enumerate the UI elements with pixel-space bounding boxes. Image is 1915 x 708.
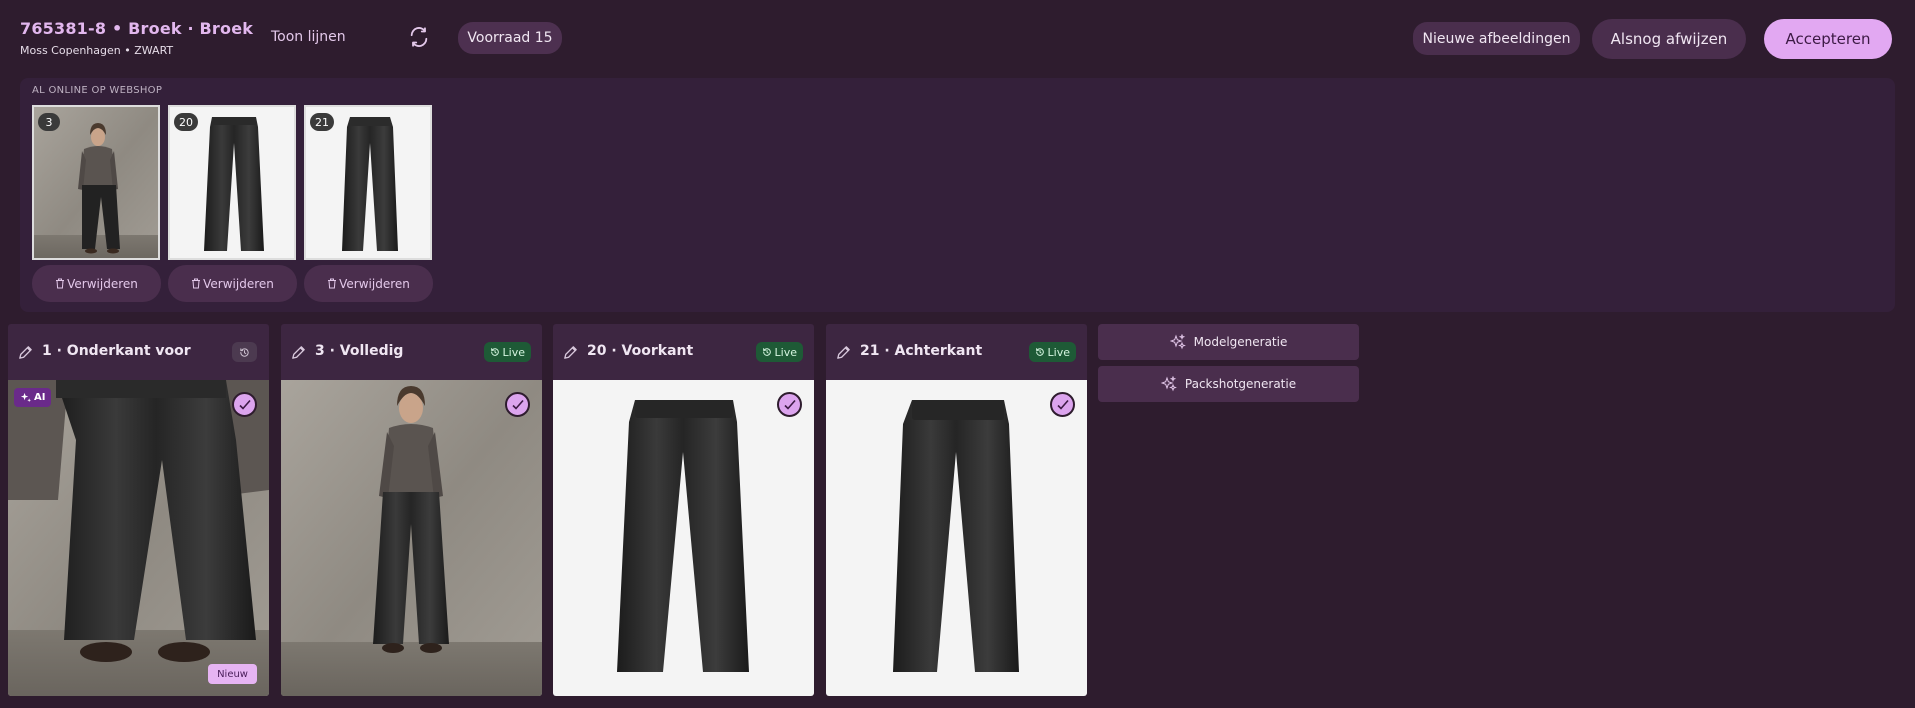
pencil-icon[interactable] [290,344,307,361]
card-image[interactable] [281,380,542,696]
card-image[interactable]: AI Nieuw [8,380,269,696]
packshot-generation-label: Packshotgeneratie [1184,377,1297,391]
online-thumb[interactable]: 21 [304,105,432,260]
online-thumb[interactable]: 3 [32,105,160,260]
card-header: 3 · Volledig Live [281,324,542,380]
image-card: 20 · Voorkant Live [553,324,814,696]
online-webshop-panel: AL ONLINE OP WEBSHOP 3 20 21 Verwijderen… [20,78,1895,312]
accept-button[interactable]: Accepteren [1764,19,1892,59]
product-title-block: 765381-8 • Broek · Broek Moss Copenhagen… [20,19,253,57]
image-card: 3 · Volledig Live [281,324,542,696]
check-icon [783,399,796,410]
select-checkbox[interactable] [232,392,257,417]
card-title: 21 · Achterkant [860,343,983,359]
new-badge: Nieuw [208,664,257,684]
header: 765381-8 • Broek · Broek Moss Copenhagen… [0,0,1915,76]
status-label: Live [502,345,525,359]
select-checkbox[interactable] [1050,392,1075,417]
status-label: Live [1047,345,1070,359]
product-subtitle: Moss Copenhagen • ZWART [20,44,174,57]
thumb-position-badge: 20 [174,113,198,131]
model-generation-button[interactable]: Modelgeneratie [1098,324,1359,360]
card-title: 20 · Voorkant [587,343,694,359]
history-icon [240,347,249,357]
history-status-badge [232,342,257,362]
trash-icon [192,278,201,289]
model-full-photo [281,380,542,696]
live-status-badge: Live [755,342,803,362]
thumb-position-badge: 21 [310,113,334,131]
thumb-position-badge: 3 [38,113,60,131]
sparkle-icon [1169,334,1186,350]
select-checkbox[interactable] [777,392,802,417]
packshot-back-photo [826,380,1087,696]
live-status-badge: Live [483,342,531,362]
product-title: 765381-8 • Broek · Broek [20,19,254,38]
delete-button[interactable]: Verwijderen [304,265,433,302]
status-label: Live [774,345,797,359]
card-header: 20 · Voorkant Live [553,324,814,380]
trash-icon [328,278,337,289]
check-icon [1056,399,1069,410]
model-closeup-photo [8,380,269,696]
ai-badge-label: AI [34,392,46,403]
online-section-label: AL ONLINE OP WEBSHOP [32,85,163,96]
delete-button-label: Verwijderen [67,276,138,291]
packshot-generation-button[interactable]: Packshotgeneratie [1098,366,1359,402]
model-generation-label: Modelgeneratie [1193,335,1288,349]
card-image[interactable] [553,380,814,696]
reject-button[interactable]: Alsnog afwijzen [1592,19,1746,59]
ai-badge: AI [14,388,52,407]
trash-icon [56,278,65,289]
card-image[interactable] [826,380,1087,696]
history-icon [490,348,499,356]
delete-button[interactable]: Verwijderen [168,265,297,302]
delete-button[interactable]: Verwijderen [32,265,161,302]
image-card: 1 · Onderkant voor AI Nieuw [8,324,269,696]
history-icon [762,348,771,356]
delete-button-label: Verwijderen [203,276,274,291]
online-thumb[interactable]: 20 [168,105,296,260]
new-images-button[interactable]: Nieuwe afbeeldingen [1413,22,1580,55]
card-title: 3 · Volledig [315,343,404,359]
select-checkbox[interactable] [505,392,530,417]
card-title: 1 · Onderkant voor [42,343,191,359]
history-icon [1035,348,1044,356]
image-card: 21 · Achterkant Live [826,324,1087,696]
card-header: 21 · Achterkant Live [826,324,1087,380]
delete-button-label: Verwijderen [339,276,410,291]
pencil-icon[interactable] [562,344,579,361]
stock-badge: Voorraad 15 [458,22,562,54]
packshot-front-photo [553,380,814,696]
refresh-icon[interactable] [408,26,430,48]
toon-lijnen-button[interactable]: Toon lijnen [271,29,346,45]
pencil-icon[interactable] [835,344,852,361]
check-icon [238,399,251,410]
sparkle-icon [1160,376,1177,392]
pencil-icon[interactable] [17,344,34,361]
check-icon [511,399,524,410]
live-status-badge: Live [1028,342,1076,362]
card-header: 1 · Onderkant voor [8,324,269,380]
sparkle-icon [20,392,31,403]
